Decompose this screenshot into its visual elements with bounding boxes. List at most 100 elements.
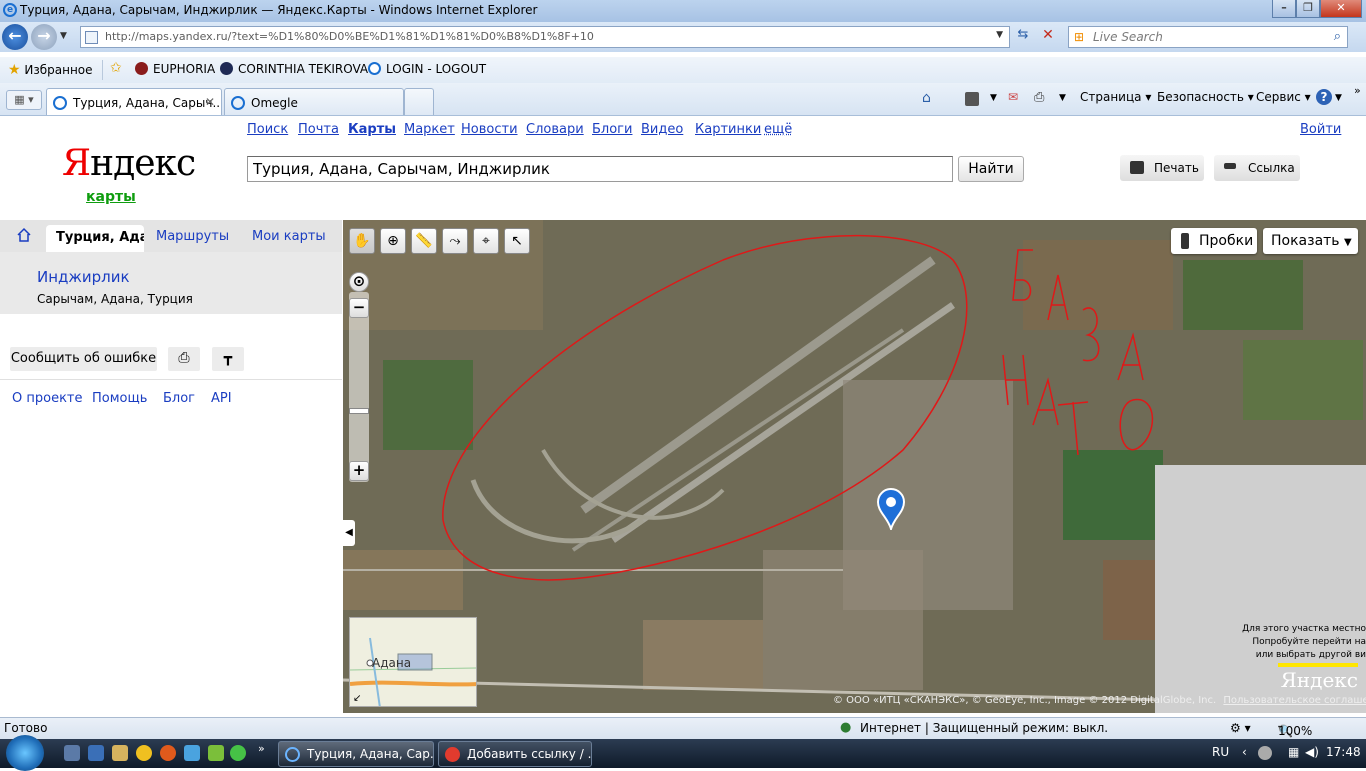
show-desktop-icon[interactable] — [64, 745, 80, 761]
tab-routes[interactable]: Маршруты — [156, 229, 229, 244]
yandex-logo[interactable]: Яндекс — [62, 143, 196, 184]
protected-mode-icon[interactable]: ⚙ ▾ — [1230, 721, 1251, 735]
hand-tool-button[interactable]: ✋ — [349, 228, 375, 254]
nav-news[interactable]: Новости — [461, 122, 518, 137]
help-link[interactable]: Помощь — [92, 391, 147, 406]
search-icon[interactable]: ⌕ — [1334, 29, 1341, 44]
home-icon[interactable] — [16, 227, 32, 243]
volume-icon[interactable]: ◀) — [1305, 745, 1319, 759]
show-layers-button[interactable]: Показать ▼ — [1263, 228, 1358, 254]
quicklaunch-more-icon[interactable]: » — [258, 742, 265, 755]
address-bar[interactable]: http://maps.yandex.ru/?text=%D1%80%D0%BE… — [80, 26, 1010, 48]
quicklaunch-app-icon[interactable] — [184, 745, 200, 761]
minimap-resize-icon[interactable]: ↙ — [353, 693, 361, 704]
close-window-button[interactable]: ✕ — [1320, 0, 1362, 18]
switch-windows-icon[interactable] — [88, 745, 104, 761]
favorites-button[interactable]: ★ Избранное — [8, 62, 93, 78]
help-icon[interactable]: ? — [1316, 89, 1332, 105]
add-favorite-icon[interactable]: ✩ — [110, 60, 122, 76]
location-marker-icon[interactable] — [876, 488, 906, 530]
quicklaunch-icq-icon[interactable] — [230, 745, 246, 761]
tab-my-maps[interactable]: Мои карты — [252, 229, 326, 244]
minimize-button[interactable]: – — [1272, 0, 1296, 18]
tray-app-icon[interactable] — [1258, 746, 1272, 760]
quicklaunch-mail-icon[interactable] — [160, 745, 176, 761]
print-icon[interactable]: ⎙ — [1034, 90, 1044, 105]
maximize-button[interactable]: ❐ — [1296, 0, 1320, 18]
nav-more[interactable]: ещё — [764, 122, 792, 137]
nav-dictionaries[interactable]: Словари — [526, 122, 584, 137]
mail-icon[interactable]: ✉ — [1008, 90, 1018, 104]
nav-video[interactable]: Видео — [641, 122, 683, 137]
link-button[interactable]: Ссылка — [1214, 155, 1300, 181]
nav-images[interactable]: Картинки — [695, 122, 761, 137]
feeds-icon[interactable] — [965, 92, 979, 106]
language-indicator[interactable]: RU — [1212, 745, 1229, 759]
nav-maps[interactable]: Карты — [348, 122, 396, 137]
compass-icon[interactable]: ⊙ — [349, 272, 369, 292]
satellite-map[interactable]: Для этого участка местно Попробуйте пере… — [343, 220, 1366, 713]
nav-blogs[interactable]: Блоги — [592, 122, 632, 137]
tools-menu[interactable]: Сервис ▾ — [1256, 90, 1311, 104]
quicklaunch-folder-icon[interactable] — [112, 745, 128, 761]
home-icon[interactable]: ⌂ — [922, 90, 931, 106]
network-icon[interactable]: ▦ — [1288, 745, 1299, 759]
find-button[interactable]: Найти — [958, 156, 1024, 182]
print-button[interactable]: Печать — [1120, 155, 1204, 181]
ruler-tool-button[interactable]: 📏 — [411, 228, 437, 254]
refresh-icon[interactable]: ⇆ — [1012, 27, 1034, 47]
help-dropdown-icon[interactable]: ▼ — [1335, 93, 1342, 103]
tab-omegle[interactable]: Omegle — [224, 88, 404, 115]
map-search-input[interactable] — [247, 156, 953, 182]
nav-mail[interactable]: Почта — [298, 122, 339, 137]
nav-market[interactable]: Маркет — [404, 122, 455, 137]
tray-expand-icon[interactable]: ‹ — [1242, 745, 1247, 759]
login-link[interactable]: Войти — [1300, 122, 1341, 137]
result-title[interactable]: Инджирлик — [37, 268, 130, 286]
blog-link[interactable]: Блог — [163, 391, 195, 406]
overview-minimap[interactable]: Адана ↙ — [349, 617, 477, 707]
route-tool-button[interactable]: ⤳ — [442, 228, 468, 254]
link-result-button[interactable]: ┳ — [212, 347, 244, 371]
quicklaunch-smiley-icon[interactable] — [136, 745, 152, 761]
quick-tabs-icon[interactable]: ▦ ▾ — [6, 90, 42, 110]
task-ie-yandex[interactable]: Турция, Адана, Сар... — [278, 741, 434, 767]
tab-search-results[interactable]: Турция, Адан — [46, 225, 144, 253]
agreement-link[interactable]: Пользовательское соглашение — [1223, 695, 1366, 706]
stop-icon[interactable]: ✕ — [1037, 27, 1059, 47]
info-tool-button[interactable]: ↖ — [504, 228, 530, 254]
zoom-slider[interactable] — [349, 292, 369, 482]
tab-yandex-maps[interactable]: Турция, Адана, Сарыч... ✕ — [46, 88, 222, 115]
report-error-button[interactable]: Сообщить об ошибке — [10, 347, 157, 371]
fav-item-login[interactable]: LOGIN - LOGOUT — [368, 62, 486, 76]
quicklaunch-app2-icon[interactable] — [208, 745, 224, 761]
maps-service-label[interactable]: карты — [86, 189, 136, 205]
close-tab-icon[interactable]: ✕ — [205, 95, 215, 109]
api-link[interactable]: API — [211, 391, 232, 406]
fav-item-corinthia[interactable]: CORINTHIA TEKIROVA — [220, 62, 368, 76]
back-button[interactable]: ← — [2, 24, 28, 50]
feeds-dropdown-icon[interactable]: ▼ — [990, 93, 997, 103]
history-dropdown-icon[interactable]: ▼ — [60, 31, 67, 41]
zoom-tool-button[interactable]: ⊕ — [380, 228, 406, 254]
search-result[interactable]: Инджирлик Сарычам, Адана, Турция — [0, 252, 342, 314]
clock[interactable]: 17:48 — [1326, 745, 1361, 759]
add-point-tool-button[interactable]: ⌖ — [473, 228, 499, 254]
fav-item-euphoria[interactable]: EUPHORIA — [135, 62, 215, 76]
security-zone[interactable]: Интернет | Защищенный режим: выкл. — [860, 721, 1108, 735]
zoom-slider-thumb[interactable] — [349, 408, 369, 414]
about-link[interactable]: О проекте — [12, 391, 83, 406]
task-add-link[interactable]: Добавить ссылку / ... — [438, 741, 592, 767]
nav-search[interactable]: Поиск — [247, 122, 288, 137]
safety-menu[interactable]: Безопасность ▾ — [1157, 90, 1254, 104]
start-button[interactable] — [6, 735, 44, 771]
zoom-in-button[interactable]: + — [349, 461, 369, 481]
new-tab-button[interactable] — [404, 88, 434, 115]
more-chevron-icon[interactable]: » — [1354, 84, 1361, 97]
page-menu[interactable]: Страница ▾ — [1080, 90, 1151, 104]
zoom-out-button[interactable]: − — [349, 298, 369, 318]
print-dropdown-icon[interactable]: ▼ — [1059, 93, 1066, 103]
address-dropdown-icon[interactable]: ▼ — [996, 30, 1003, 40]
live-search-input[interactable]: ⊞ Live Search ⌕ — [1068, 26, 1348, 48]
traffic-button[interactable]: Пробки — [1171, 228, 1257, 254]
